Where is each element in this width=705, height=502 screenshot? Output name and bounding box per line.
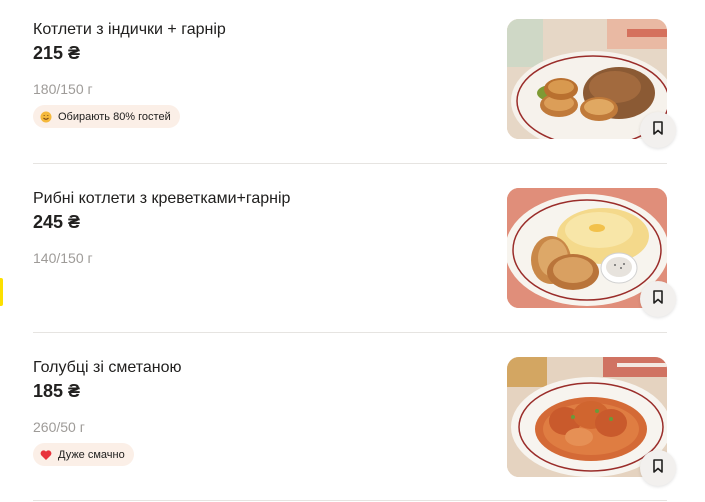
badge-label: Дуже смачно [58,448,125,461]
item-title: Голубці зі сметаною [33,359,182,376]
heart-icon [40,449,52,461]
bookmark-icon [652,289,664,309]
bookmark-icon [652,458,664,478]
item-weight: 180/150 г [33,81,93,97]
item-price: 245 ₴ [33,212,81,232]
bookmark-icon [652,120,664,140]
item-divider [33,332,667,333]
bookmark-button[interactable] [640,281,676,317]
bookmark-button[interactable] [640,450,676,486]
menu-item[interactable]: Голубці зі сметаною 185 ₴ 260/50 г Дуже … [33,357,676,486]
active-section-marker [0,278,3,306]
item-divider [33,163,667,164]
item-price: 185 ₴ [33,381,81,401]
item-weight: 260/50 г [33,419,85,435]
taste-badge: Дуже смачно [33,443,134,466]
popularity-badge: Обирають 80% гостей [33,105,180,128]
menu-item[interactable]: Рибні котлети з креветками+гарнір 245 ₴ … [33,188,676,317]
badge-label: Обирають 80% гостей [58,110,171,123]
item-title: Рибні котлети з креветками+гарнір [33,190,291,207]
star-face-icon [40,111,52,123]
item-divider [33,500,667,501]
item-title: Котлети з індички + гарнір [33,21,226,38]
item-price: 215 ₴ [33,43,81,63]
menu-item[interactable]: Котлети з індички + гарнір 215 ₴ 180/150… [33,19,676,148]
bookmark-button[interactable] [640,112,676,148]
item-weight: 140/150 г [33,250,93,266]
